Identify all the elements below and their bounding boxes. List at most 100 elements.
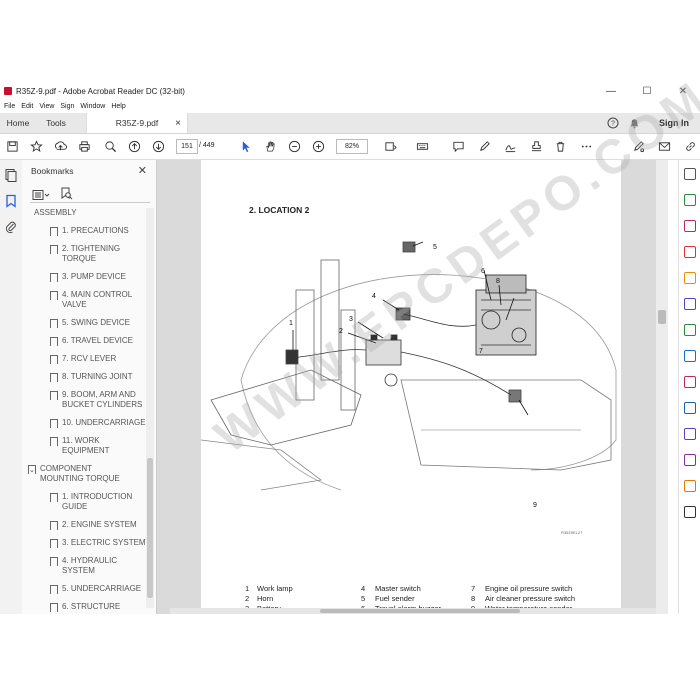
bookmark-icon — [50, 373, 58, 382]
acrobat-app-icon — [4, 87, 12, 95]
document-viewer[interactable]: 2. LOCATION 2 1 2 3 4 5 6 7 8 9 R35Z9EL2… — [157, 160, 667, 614]
tab-tools[interactable]: Tools — [36, 113, 76, 133]
right-tools-rail — [678, 160, 700, 614]
tab-home[interactable]: Home — [0, 113, 36, 133]
bookmark-item[interactable]: 4. HYDRAULIC SYSTEM — [22, 556, 146, 584]
bookmark-item[interactable]: 5. UNDERCARRIAGE — [22, 584, 146, 602]
tools-more-icon[interactable] — [684, 506, 696, 518]
bookmark-item[interactable]: 3. PUMP DEVICE — [22, 272, 146, 290]
menu-help[interactable]: Help — [111, 103, 125, 110]
compress-icon[interactable] — [684, 350, 696, 362]
link-icon[interactable] — [682, 138, 698, 154]
send-icon[interactable] — [684, 480, 696, 492]
bookmark-item[interactable]: 11. WORK EQUIPMENT — [22, 436, 146, 464]
comment-icon[interactable] — [684, 272, 696, 284]
page-down-icon[interactable] — [150, 138, 166, 154]
bookmark-item[interactable]: 1. INTRODUCTION GUIDE — [22, 492, 146, 520]
fill-sign-icon[interactable] — [684, 376, 696, 388]
save-icon[interactable] — [4, 138, 20, 154]
fit-page-icon[interactable] — [382, 138, 398, 154]
stamp-icon[interactable] — [528, 138, 544, 154]
menu-file[interactable]: File — [4, 103, 15, 110]
page-number-input[interactable]: 151 — [176, 139, 198, 154]
tab-document[interactable]: R35Z-9.pdf × — [86, 113, 188, 133]
tab-close-icon[interactable]: × — [175, 118, 181, 129]
document-scrollbar[interactable] — [656, 160, 668, 614]
bookmark-item[interactable]: 7. RCV LEVER — [22, 354, 146, 372]
bookmark-item[interactable]: 6. STRUCTURE — [22, 602, 146, 614]
page-thumbnails-icon[interactable] — [4, 168, 18, 182]
menu-view[interactable]: View — [39, 103, 54, 110]
pen-icon[interactable] — [476, 138, 492, 154]
create-pdf-icon[interactable] — [684, 246, 696, 258]
document-scroll-thumb[interactable] — [658, 310, 666, 324]
delete-icon[interactable] — [552, 138, 568, 154]
bookmark-item[interactable]: 9. BOOM, ARM AND BUCKET CYLINDERS — [22, 390, 146, 418]
keyboard-icon[interactable] — [414, 138, 430, 154]
horizontal-scroll-thumb[interactable] — [320, 609, 520, 613]
bookmark-panel-icon[interactable] — [4, 194, 18, 208]
tab-bar: Home Tools R35Z-9.pdf × ? Sign In — [0, 113, 700, 134]
horizontal-scrollbar[interactable] — [170, 608, 656, 614]
legend-label: Fuel sender — [375, 594, 415, 603]
legend-label: Work lamp — [257, 584, 293, 593]
search-icon[interactable] — [102, 138, 118, 154]
edit-icon[interactable] — [684, 324, 696, 336]
star-icon[interactable] — [28, 138, 44, 154]
bookmark-label: 1. PRECAUTIONS — [62, 226, 129, 235]
minimize-button[interactable]: — — [594, 82, 628, 100]
bookmark-item[interactable]: ⌄ COMPONENT MOUNTING TORQUE — [22, 464, 146, 492]
options-menu-icon[interactable] — [32, 188, 50, 206]
bookmark-label: 5. UNDERCARRIAGE — [62, 584, 142, 593]
bookmark-icon — [50, 419, 58, 428]
window-title: R35Z-9.pdf - Adobe Acrobat Reader DC (32… — [16, 86, 185, 96]
bookmark-item[interactable]: 2. TIGHTENING TORQUE — [22, 244, 146, 272]
zoom-in-icon[interactable] — [310, 138, 326, 154]
bookmark-item[interactable]: 4. MAIN CONTROL VALVE — [22, 290, 146, 318]
bookmarks-scroll-thumb[interactable] — [147, 458, 153, 598]
bookmarks-title: Bookmarks — [31, 166, 74, 176]
bookmark-label: 9. BOOM, ARM AND BUCKET CYLINDERS — [62, 390, 143, 409]
comment-icon[interactable] — [450, 138, 466, 154]
bookmark-item[interactable]: 2. ENGINE SYSTEM — [22, 520, 146, 538]
bookmark-label: 4. HYDRAULIC SYSTEM — [62, 556, 118, 575]
zoom-level-select[interactable]: 82% — [336, 139, 368, 154]
print-icon[interactable] — [76, 138, 92, 154]
menu-sign[interactable]: Sign — [60, 103, 74, 110]
bookmark-item[interactable]: ASSEMBLY — [22, 208, 146, 226]
bookmark-icon — [50, 493, 58, 502]
bookmark-label: 7. RCV LEVER — [62, 354, 117, 363]
close-panel-icon[interactable]: ✕ — [138, 164, 147, 177]
find-bookmark-icon[interactable] — [60, 187, 73, 205]
bookmark-item[interactable]: 10. UNDERCARRIAGE — [22, 418, 146, 436]
upload-icon[interactable] — [52, 138, 68, 154]
bookmark-item[interactable]: 8. TURNING JOINT — [22, 372, 146, 390]
attachment-icon[interactable] — [4, 220, 18, 234]
organize-icon[interactable] — [684, 220, 696, 232]
bookmarks-scrollbar[interactable] — [146, 208, 154, 608]
zoom-out-icon[interactable] — [286, 138, 302, 154]
protect-icon[interactable] — [684, 402, 696, 414]
select-arrow-icon[interactable] — [238, 138, 254, 154]
menu-edit[interactable]: Edit — [21, 103, 33, 110]
export-pdf-icon[interactable] — [684, 194, 696, 206]
menu-window[interactable]: Window — [80, 103, 105, 110]
zoom-tool-icon[interactable] — [684, 168, 696, 180]
bookmark-item[interactable]: 1. PRECAUTIONS — [22, 226, 146, 244]
page-up-icon[interactable] — [126, 138, 142, 154]
hand-icon[interactable] — [262, 138, 278, 154]
bookmark-label: 3. PUMP DEVICE — [62, 272, 126, 281]
legend-number: 2 — [245, 594, 250, 603]
combine-icon[interactable] — [684, 298, 696, 310]
bookmark-item[interactable]: 5. SWING DEVICE — [22, 318, 146, 336]
legend-number: 4 — [361, 584, 366, 593]
bookmark-item[interactable]: 3. ELECTRIC SYSTEM — [22, 538, 146, 556]
bookmark-icon — [50, 291, 58, 300]
section-heading: 2. LOCATION 2 — [249, 205, 310, 215]
bookmark-label: 2. TIGHTENING TORQUE — [62, 244, 121, 263]
scan-icon[interactable] — [684, 428, 696, 440]
sign-icon[interactable] — [502, 138, 518, 154]
bookmark-item[interactable]: 6. TRAVEL DEVICE — [22, 336, 146, 354]
sign-icon[interactable] — [684, 454, 696, 466]
bookmark-label: 3. ELECTRIC SYSTEM — [62, 538, 146, 547]
